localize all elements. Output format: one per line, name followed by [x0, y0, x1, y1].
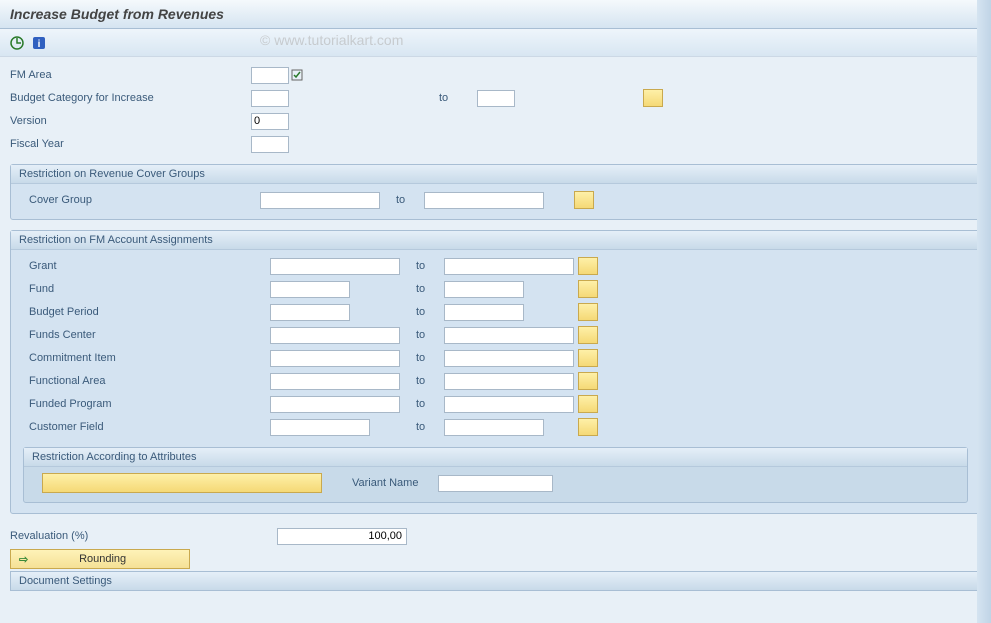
funded-program-to-input[interactable]: [444, 396, 574, 413]
functional-area-from-input[interactable]: [270, 373, 400, 390]
funded-program-from-input[interactable]: [270, 396, 400, 413]
cover-group-to-input[interactable]: [424, 192, 544, 209]
to-label: to: [400, 283, 444, 295]
commitment-item-from-input[interactable]: [270, 350, 400, 367]
info-icon[interactable]: i: [30, 34, 48, 52]
attributes-title: Restriction According to Attributes: [24, 448, 967, 467]
grant-to-input[interactable]: [444, 258, 574, 275]
budget-category-select-button[interactable]: [643, 89, 663, 107]
to-label: to: [400, 375, 444, 387]
functional-area-select-button[interactable]: [578, 372, 598, 390]
customer-field-select-button[interactable]: [578, 418, 598, 436]
funds-center-select-button[interactable]: [578, 326, 598, 344]
revaluation-input[interactable]: [277, 528, 407, 545]
page-title: Increase Budget from Revenues: [0, 0, 991, 29]
cover-group-select-button[interactable]: [574, 191, 594, 209]
fund-from-input[interactable]: [270, 281, 350, 298]
attributes-box: Restriction According to Attributes Vari…: [23, 447, 968, 503]
fm-area-label: FM Area: [6, 69, 251, 81]
funds-center-from-input[interactable]: [270, 327, 400, 344]
functional-area-label: Functional Area: [15, 375, 270, 387]
version-input[interactable]: [251, 113, 289, 130]
to-label: to: [417, 92, 477, 104]
to-label: to: [400, 421, 444, 433]
cover-groups-box: Restriction on Revenue Cover Groups Cove…: [10, 164, 981, 220]
budget-category-label: Budget Category for Increase: [6, 92, 251, 104]
functional-area-to-input[interactable]: [444, 373, 574, 390]
attributes-select-button[interactable]: [42, 473, 322, 493]
customer-field-from-input[interactable]: [270, 419, 370, 436]
required-icon: [291, 69, 303, 81]
fm-assignments-title: Restriction on FM Account Assignments: [11, 231, 980, 250]
fiscal-year-input[interactable]: [251, 136, 289, 153]
grant-from-input[interactable]: [270, 258, 400, 275]
cover-groups-title: Restriction on Revenue Cover Groups: [11, 165, 980, 184]
funded-program-label: Funded Program: [15, 398, 270, 410]
budget-period-to-input[interactable]: [444, 304, 524, 321]
to-label: to: [400, 398, 444, 410]
grant-select-button[interactable]: [578, 257, 598, 275]
to-label: to: [400, 306, 444, 318]
fm-area-input[interactable]: [251, 67, 289, 84]
funded-program-select-button[interactable]: [578, 395, 598, 413]
grant-label: Grant: [15, 260, 270, 272]
to-label: to: [380, 194, 424, 206]
to-label: to: [400, 260, 444, 272]
rounding-button[interactable]: ⇨ Rounding: [10, 549, 190, 569]
budget-category-to-input[interactable]: [477, 90, 515, 107]
commitment-item-label: Commitment Item: [15, 352, 270, 364]
execute-icon[interactable]: [8, 34, 26, 52]
fm-assignments-box: Restriction on FM Account Assignments Gr…: [10, 230, 981, 514]
funds-center-to-input[interactable]: [444, 327, 574, 344]
budget-period-from-input[interactable]: [270, 304, 350, 321]
budget-period-label: Budget Period: [15, 306, 270, 318]
commitment-item-select-button[interactable]: [578, 349, 598, 367]
content-area: FM Area Budget Category for Increase to …: [0, 57, 991, 599]
svg-text:i: i: [38, 39, 41, 50]
variant-name-input[interactable]: [438, 475, 553, 492]
commitment-item-to-input[interactable]: [444, 350, 574, 367]
version-label: Version: [6, 115, 251, 127]
funds-center-label: Funds Center: [15, 329, 270, 341]
to-label: to: [400, 329, 444, 341]
document-settings-header[interactable]: Document Settings: [10, 571, 981, 591]
cover-group-label: Cover Group: [15, 194, 260, 206]
right-sidebar: [977, 0, 991, 623]
fund-to-input[interactable]: [444, 281, 524, 298]
watermark: © www.tutorialkart.com: [260, 32, 403, 48]
customer-field-to-input[interactable]: [444, 419, 544, 436]
fund-label: Fund: [15, 283, 270, 295]
variant-name-label: Variant Name: [322, 477, 418, 489]
revaluation-label: Revaluation (%): [6, 530, 251, 542]
rounding-button-label: Rounding: [36, 553, 189, 565]
budget-period-select-button[interactable]: [578, 303, 598, 321]
budget-category-from-input[interactable]: [251, 90, 289, 107]
toolbar: i: [0, 29, 991, 57]
fiscal-year-label: Fiscal Year: [6, 138, 251, 150]
cover-group-from-input[interactable]: [260, 192, 380, 209]
customer-field-label: Customer Field: [15, 421, 270, 433]
fund-select-button[interactable]: [578, 280, 598, 298]
to-label: to: [400, 352, 444, 364]
arrow-right-icon: ⇨: [11, 553, 36, 566]
